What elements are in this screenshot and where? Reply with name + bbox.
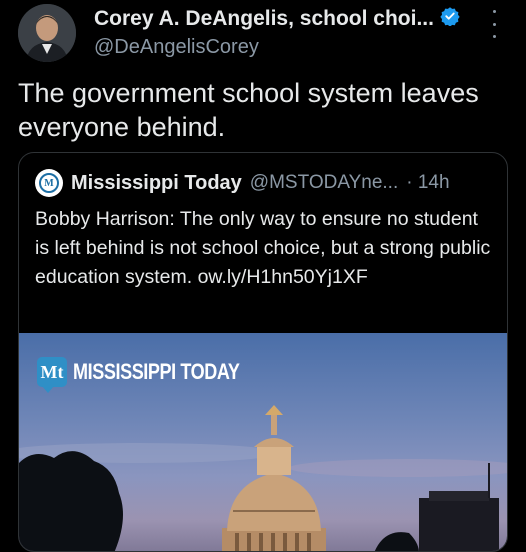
brand-logo-icon: Mt	[37, 357, 67, 393]
author-avatar[interactable]	[18, 4, 76, 62]
post[interactable]: Corey A. DeAngelis, school choi... @DeAn…	[0, 0, 526, 552]
quoted-media-image[interactable]: Mt MISSISSIPPI TODAY	[19, 333, 507, 551]
quoted-header: M Mississippi Today @MSTODAYne... · 14h	[35, 169, 450, 197]
more-vertical-icon[interactable]	[486, 10, 502, 38]
brand-text: MISSISSIPPI TODAY	[73, 359, 240, 384]
post-text: The government school system leaves ever…	[18, 78, 479, 142]
quoted-timestamp: · 14h	[406, 172, 450, 193]
media-brand: Mt MISSISSIPPI TODAY	[37, 357, 276, 393]
author-handle[interactable]: @DeAngelisCorey	[94, 36, 259, 59]
author-name[interactable]: Corey A. DeAngelis, school choi...	[94, 7, 434, 31]
quoted-handle: @MSTODAYne...	[249, 172, 399, 193]
quoted-text: Bobby Harrison: The only way to ensure n…	[35, 208, 491, 288]
quoted-avatar: M	[35, 169, 63, 197]
verified-badge-icon	[440, 6, 460, 31]
author-name-row: Corey A. DeAngelis, school choi...	[94, 6, 460, 31]
quoted-post[interactable]: M Mississippi Today @MSTODAYne... · 14h …	[18, 152, 508, 552]
quoted-name: Mississippi Today	[71, 171, 242, 194]
quoted-logo-letter: M	[39, 173, 59, 193]
